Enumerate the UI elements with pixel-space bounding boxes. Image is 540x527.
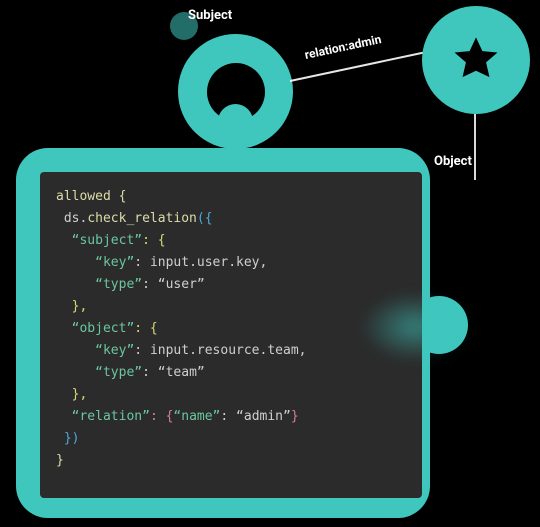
code-token: } [56,453,64,468]
relation-edge-label: relation:admin [303,32,382,62]
code-token: check_relation [87,211,197,226]
code-token: “relation” [72,409,150,424]
code-token: ({ [197,211,213,226]
code-token: }, [56,299,87,314]
code-token: “object” [72,321,135,336]
code-indent [56,255,95,270]
code-token: : { [134,321,157,336]
code-indent [56,321,72,336]
code-token: : [134,343,150,358]
code-indent [56,343,95,358]
code-token: }) [56,431,79,446]
code-token: : [220,409,236,424]
code-token: : [142,365,158,380]
subject-label: Subject [188,8,232,23]
code-token: “key” [95,255,134,270]
code-token: : [134,255,150,270]
code-indent [56,409,72,424]
code-token: , [260,255,268,270]
code-token: “key” [95,343,134,358]
code-token: “type” [95,277,142,292]
code-editor: allowed { ds.check_relation({ “subject”:… [40,172,422,498]
diagram-stage: allowed { ds.check_relation({ “subject”:… [0,0,540,527]
code-token: allowed { [56,189,126,204]
star-icon-svg [450,32,502,84]
code-token: : [142,277,158,292]
code-token: “admin” [236,409,291,424]
object-label: Object [434,154,472,169]
code-token: input.user.key [150,255,260,270]
code-token: , [299,343,307,358]
code-token: input.resource.team [150,343,299,358]
code-token: : { [142,233,165,248]
code-token: “type” [95,365,142,380]
star-icon [450,32,502,88]
code-indent [56,277,95,292]
code-token: “name” [173,409,220,424]
code-token: : { [150,409,173,424]
code-token: }, [56,387,87,402]
object-node [422,6,530,114]
code-token: “user” [158,277,205,292]
code-token: ds [56,211,79,226]
object-to-panel-link [474,114,476,180]
code-indent [56,365,95,380]
code-indent [56,233,72,248]
code-token: “team” [158,365,205,380]
subject-node-center [218,104,253,139]
code-token: “subject” [72,233,142,248]
code-token: } [291,409,299,424]
